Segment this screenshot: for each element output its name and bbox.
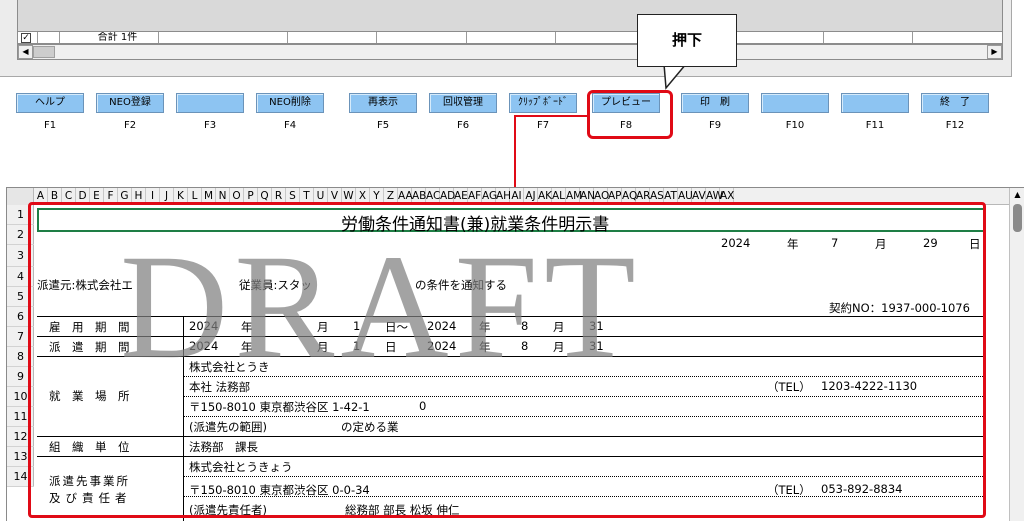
contract-list	[17, 0, 1003, 31]
fkey-label: F11	[865, 120, 885, 131]
fkey-f9: 印 刷 F9	[681, 93, 749, 138]
fkey-label: F3	[203, 120, 217, 131]
print-button[interactable]: 印 刷	[681, 93, 749, 113]
list-total-row[interactable]: ✓ 合計 1件	[17, 31, 1003, 44]
f3-button[interactable]	[176, 93, 244, 113]
fkey-f11: F11	[841, 93, 909, 138]
scroll-thumb[interactable]	[1013, 204, 1022, 232]
scroll-thumb[interactable]	[33, 46, 55, 58]
f11-button[interactable]	[841, 93, 909, 113]
exit-button[interactable]: 終 了	[921, 93, 989, 113]
fkey-label: F9	[708, 120, 722, 131]
document-preview-highlight	[28, 202, 986, 518]
row-checkbox[interactable]: ✓	[21, 33, 31, 43]
list-horizontal-scrollbar[interactable]: ◀ ▶	[17, 44, 1003, 60]
fkey-f4: NEO削除 F4	[256, 93, 324, 138]
scroll-right-icon[interactable]: ▶	[987, 45, 1002, 59]
scroll-up-icon[interactable]: ▲	[1010, 188, 1024, 202]
fkey-f1: ヘルプ F1	[16, 93, 84, 138]
neo-register-button[interactable]: NEO登録	[96, 93, 164, 113]
collection-management-button[interactable]: 回収管理	[429, 93, 497, 113]
screen: ✓ 合計 1件 ◀ ▶ ヘルプ F1 NEO登録 F2 F3 NEO削除 F4 …	[0, 0, 1024, 521]
refresh-button[interactable]: 再表示	[349, 93, 417, 113]
contract-list-panel: ✓ 合計 1件 ◀ ▶	[0, 0, 1012, 77]
total-count-label: 合計 1件	[60, 32, 160, 43]
neo-delete-button[interactable]: NEO削除	[256, 93, 324, 113]
row-checkbox-cell[interactable]: ✓	[18, 32, 38, 43]
fkey-f3: F3	[176, 93, 244, 138]
scroll-left-icon[interactable]: ◀	[18, 45, 33, 59]
fkey-f6: 回収管理 F6	[429, 93, 497, 138]
callout-pointer	[663, 64, 687, 90]
fkey-f5: 再表示 F5	[349, 93, 417, 138]
fkey-label: F2	[123, 120, 137, 131]
fkey-label: F1	[43, 120, 57, 131]
fkey-f2: NEO登録 F2	[96, 93, 164, 138]
fkey-label: F10	[785, 120, 805, 131]
help-button[interactable]: ヘルプ	[16, 93, 84, 113]
fkey-f10: F10	[761, 93, 829, 138]
fkey-label: F6	[456, 120, 470, 131]
f10-button[interactable]	[761, 93, 829, 113]
sheet-vertical-scrollbar[interactable]: ▲	[1009, 188, 1024, 521]
fkey-label: F12	[945, 120, 965, 131]
fkey-label: F4	[283, 120, 297, 131]
press-callout: 押下	[637, 14, 737, 67]
fkey-f12: 終 了 F12	[921, 93, 989, 138]
fkey-label: F5	[376, 120, 390, 131]
